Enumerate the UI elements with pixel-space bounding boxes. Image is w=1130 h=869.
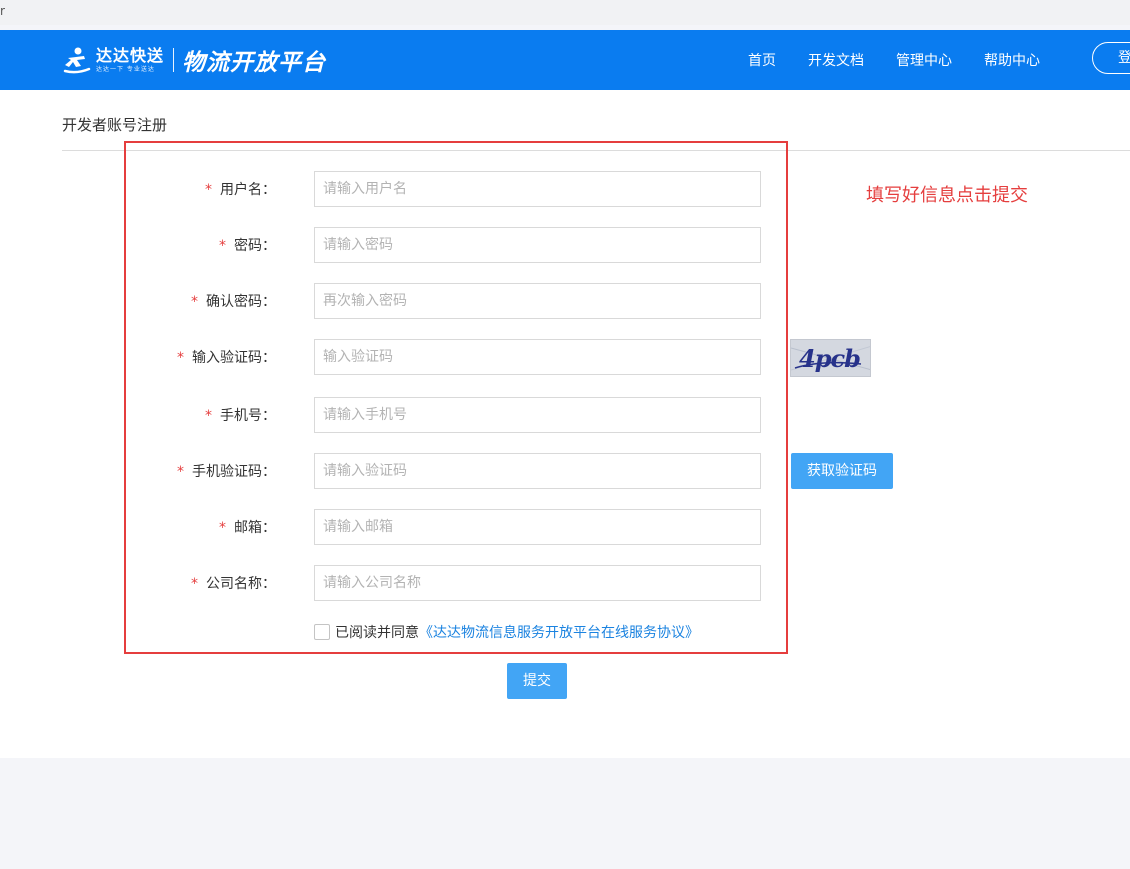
page-title: 开发者账号注册 [62,116,168,134]
nav-management-center[interactable]: 管理中心 [896,30,952,90]
submit-button[interactable]: 提交 [507,663,567,699]
brand-slogan: 达达一下 专业送达 [96,65,155,73]
site-logo[interactable]: 达达快送 达达一下 专业送达 物流开放平台 [62,43,326,77]
nav-home[interactable]: 首页 [748,30,776,90]
platform-name: 物流开放平台 [182,50,327,76]
browser-top-strip: r [0,0,1130,25]
login-button[interactable]: 登录 [1092,42,1130,74]
nav-dev-docs[interactable]: 开发文档 [808,30,864,90]
browser-tab-fragment: r [0,4,5,18]
captcha-text: 4pcb [799,344,860,373]
get-sms-code-button[interactable]: 获取验证码 [791,453,893,489]
nav-help-center[interactable]: 帮助中心 [984,30,1040,90]
main-content: 开发者账号注册 填写好信息点击提交 *用户名： *密码： *确认密码： *输入验… [0,90,1130,758]
form-highlight-box [124,141,788,654]
instruction-annotation: 填写好信息点击提交 [866,185,1028,206]
courier-runner-icon [63,47,91,74]
logo-separator [173,48,175,72]
brand-name: 达达快送 [96,45,165,65]
captcha-image[interactable]: 4pcb [790,339,871,377]
site-header: 达达快送 达达一下 专业送达 物流开放平台 首页 开发文档 管理中心 帮助中心 … [0,30,1130,90]
captcha-image-graphic: 4pcb [791,340,870,376]
